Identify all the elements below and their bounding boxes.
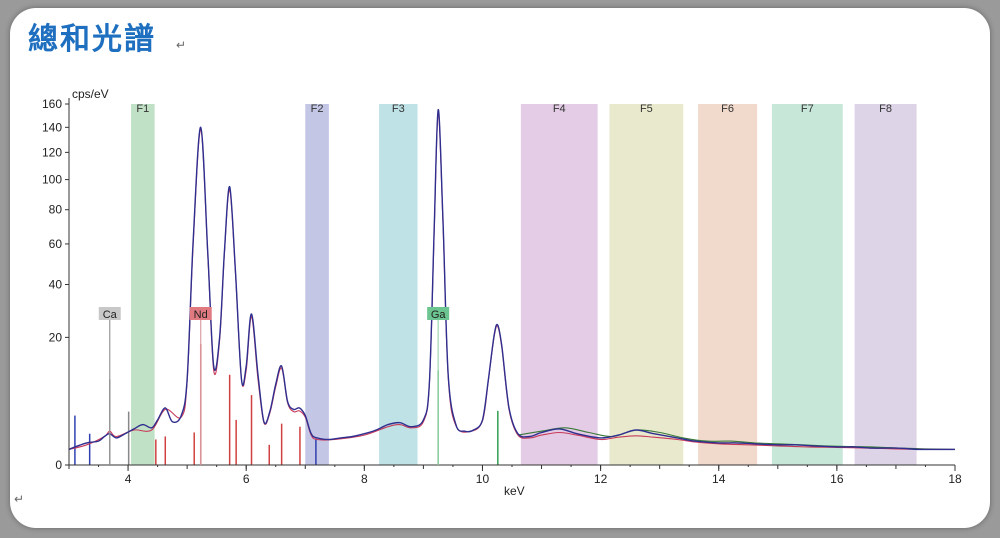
band-f5 [609,104,684,465]
x-tick-label-7: 18 [948,472,962,486]
element-label-ca: Ca [103,309,118,321]
y-tick-label-8: 160 [42,97,62,111]
band-f7 [771,104,843,465]
y-tick-label-0: 0 [55,458,62,472]
x-tick-label-3: 10 [476,472,490,486]
y-tick-label-1: 20 [49,330,63,344]
band-label-f6: F6 [721,103,734,115]
y-tick-label-6: 120 [42,145,62,159]
band-f1 [131,104,155,465]
element-label-nd: Nd [194,309,208,321]
band-label-f3: F3 [392,103,405,115]
band-f3 [379,104,418,465]
band-label-f5: F5 [640,103,653,115]
element-label-ga: Ga [431,309,447,321]
y-tick-label-7: 140 [42,120,62,134]
y-tick-label-5: 100 [42,173,62,187]
x-tick-label-5: 14 [712,472,726,486]
band-f6 [698,104,758,465]
band-f4 [520,104,598,465]
x-tick-label-2: 8 [361,472,368,486]
y-tick-label-4: 80 [49,203,63,217]
y-tick-label-3: 60 [49,237,63,251]
spectrum-chart: F1 F2 F3 F4 F5 F6 F7 F8 0 20 40 60 80 100 120 140 160 4 6… [42,87,962,498]
band-label-f2: F2 [311,103,324,115]
y-axis-label: cps/eV [72,87,109,101]
y-tick-label-2: 40 [49,278,63,292]
x-axis-label: keV [504,484,525,498]
x-tick-label-6: 16 [830,472,844,486]
band-label-f1: F1 [136,103,149,115]
band-f2 [305,104,329,465]
band-label-f8: F8 [879,103,892,115]
x-tick-label-4: 12 [594,472,608,486]
band-label-f7: F7 [801,103,814,115]
band-label-f4: F4 [553,103,566,115]
x-tick-label-1: 6 [243,472,250,486]
filter-bands: F1 F2 F3 F4 F5 F6 F7 F8 [131,103,917,465]
band-f8 [854,104,917,465]
x-tick-label-0: 4 [125,472,132,486]
